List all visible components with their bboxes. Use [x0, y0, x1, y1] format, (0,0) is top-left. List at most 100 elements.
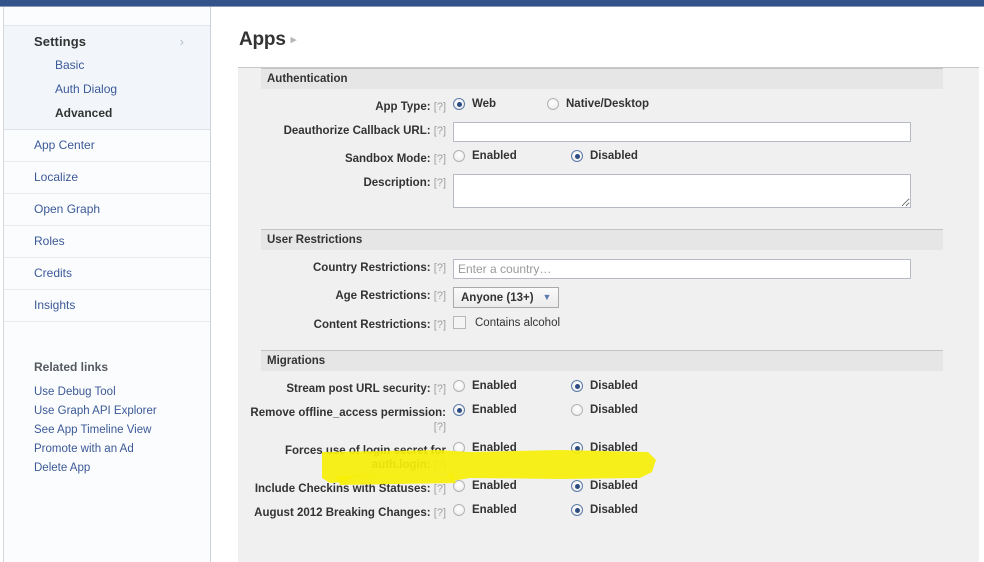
radio-dot-icon [571, 504, 583, 516]
description-textarea[interactable] [453, 174, 911, 208]
radio-label: Enabled [472, 442, 517, 454]
radio-dot-icon [453, 404, 465, 416]
field-label-deauthorize-callback-url: Deauthorize Callback URL: [?] [238, 122, 453, 138]
radio-label: Disabled [590, 150, 638, 162]
radio-dot-icon [453, 380, 465, 392]
field-row-stream-post-url-security: Stream post URL security: [?] Enabled Di… [238, 380, 979, 396]
radio-sandbox-mode-disabled[interactable]: Disabled [571, 150, 638, 162]
help-icon[interactable]: [?] [434, 383, 446, 395]
checkbox-icon[interactable] [453, 316, 466, 329]
related-link-label: Use Graph API Explorer [34, 405, 157, 417]
contains-alcohol-label: Contains alcohol [475, 316, 561, 329]
field-row-august-2012-breaking-changes: August 2012 Breaking Changes: [?] Enable… [238, 504, 979, 520]
help-icon[interactable]: [?] [434, 177, 446, 189]
radio-label: Disabled [590, 480, 638, 492]
radio-august-2012-enabled[interactable]: Enabled [453, 504, 543, 516]
help-icon[interactable]: [?] [434, 421, 446, 433]
help-icon[interactable]: [?] [434, 290, 446, 302]
related-link-promote-with-an-ad[interactable]: Promote with an Ad [34, 440, 210, 459]
radio-dot-icon [571, 150, 583, 162]
field-control-remove-offline-access-permission: Enabled Disabled [453, 404, 979, 416]
radio-label: Disabled [590, 442, 638, 454]
radio-dot-icon [571, 442, 583, 454]
radio-label: Disabled [590, 404, 638, 416]
radio-remove-offline-access-disabled[interactable]: Disabled [571, 404, 638, 416]
radio-group-app-type: Web Native/Desktop [453, 98, 979, 110]
radio-sandbox-mode-enabled[interactable]: Enabled [453, 150, 543, 162]
radio-group-sandbox-mode: Enabled Disabled [453, 150, 979, 162]
radio-group-include-checkins-with-statuses: Enabled Disabled [453, 480, 979, 492]
related-link-label: See App Timeline View [34, 424, 152, 436]
label-text: Age Restrictions: [335, 290, 431, 302]
related-links-title: Related links [34, 360, 109, 374]
sidebar-item-localize[interactable]: Localize [4, 162, 210, 194]
sidebar-item-auth-dialog[interactable]: Auth Dialog [4, 77, 210, 101]
radio-group-remove-offline-access-permission: Enabled Disabled [453, 404, 979, 416]
sidebar-item-app-center[interactable]: App Center [4, 130, 210, 162]
sidebar-settings-group: Settings › Basic Auth Dialog Advanced [4, 26, 210, 130]
radio-dot-icon [571, 480, 583, 492]
help-icon[interactable]: [?] [434, 483, 446, 495]
field-control-stream-post-url-security: Enabled Disabled [453, 380, 979, 392]
field-label-remove-offline-access-permission: Remove offline_access permission: [?] [238, 404, 453, 434]
related-link-use-debug-tool[interactable]: Use Debug Tool [34, 383, 210, 402]
help-icon[interactable]: [?] [434, 319, 446, 331]
field-control-description [453, 174, 979, 211]
chevron-down-icon: ▼ [542, 292, 552, 302]
sidebar-item-settings[interactable]: Settings › [4, 26, 210, 53]
page-title-text: Apps [239, 29, 286, 50]
field-control-include-checkins-with-statuses: Enabled Disabled [453, 480, 979, 492]
radio-label: Native/Desktop [566, 98, 650, 110]
radio-group-stream-post-url-security: Enabled Disabled [453, 380, 979, 392]
radio-stream-post-url-security-enabled[interactable]: Enabled [453, 380, 543, 392]
radio-stream-post-url-security-disabled[interactable]: Disabled [571, 380, 638, 392]
radio-forces-login-secret-enabled[interactable]: Enabled [453, 442, 543, 454]
label-text: App Type: [375, 101, 431, 113]
radio-group-forces-use-of-login-secret: Enabled Disabled [453, 442, 979, 454]
help-icon[interactable]: [?] [434, 125, 446, 137]
contains-alcohol-checkbox-row[interactable]: Contains alcohol [453, 316, 979, 329]
field-label-age-restrictions: Age Restrictions: [?] [238, 287, 453, 303]
label-text: August 2012 Breaking Changes: [254, 507, 431, 519]
help-icon[interactable]: [?] [434, 507, 446, 519]
related-link-see-app-timeline-view[interactable]: See App Timeline View [34, 421, 210, 440]
section-header-user-restrictions: User Restrictions [261, 229, 943, 250]
related-link-delete-app[interactable]: Delete App [34, 459, 210, 478]
help-icon[interactable]: [?] [434, 101, 446, 113]
sidebar-item-open-graph[interactable]: Open Graph [4, 194, 210, 226]
sidebar-item-advanced[interactable]: Advanced [4, 101, 210, 125]
related-link-use-graph-api-explorer[interactable]: Use Graph API Explorer [34, 402, 210, 421]
label-text: Include Checkins with Statuses: [254, 483, 431, 495]
sidebar-item-basic[interactable]: Basic [4, 53, 210, 77]
section-body-migrations: Stream post URL security: [?] Enabled Di… [238, 371, 979, 538]
help-icon[interactable]: [?] [434, 153, 446, 165]
label-text: Stream post URL security: [286, 383, 431, 395]
label-text: Forces use of login secret for auth.logi… [284, 445, 446, 471]
radio-dot-icon [453, 504, 465, 516]
field-row-include-checkins-with-statuses: Include Checkins with Statuses: [?] Enab… [238, 480, 979, 496]
radio-include-checkins-enabled[interactable]: Enabled [453, 480, 543, 492]
label-text: Content Restrictions: [313, 319, 431, 331]
radio-label: Enabled [472, 404, 517, 416]
help-icon[interactable]: [?] [434, 459, 446, 471]
radio-app-type-web[interactable]: Web [453, 98, 519, 110]
sidebar-item-insights[interactable]: Insights [4, 290, 210, 322]
sidebar-settings-label: Settings [34, 34, 87, 49]
field-row-country-restrictions: Country Restrictions: [?] [238, 259, 979, 279]
age-restrictions-select[interactable]: Anyone (13+) ▼ [453, 287, 560, 308]
help-icon[interactable]: [?] [434, 262, 446, 274]
age-restrictions-selected-value: Anyone (13+) [461, 291, 534, 304]
related-link-label: Promote with an Ad [34, 443, 134, 455]
field-row-sandbox-mode: Sandbox Mode: [?] Enabled Disabled [238, 150, 979, 166]
field-label-app-type: App Type: [?] [238, 98, 453, 114]
radio-august-2012-disabled[interactable]: Disabled [571, 504, 638, 516]
radio-app-type-native-desktop[interactable]: Native/Desktop [547, 98, 649, 110]
field-control-august-2012-breaking-changes: Enabled Disabled [453, 504, 979, 516]
sidebar-item-roles[interactable]: Roles [4, 226, 210, 258]
deauthorize-callback-url-input[interactable] [453, 122, 911, 142]
radio-forces-login-secret-disabled[interactable]: Disabled [571, 442, 638, 454]
radio-include-checkins-disabled[interactable]: Disabled [571, 480, 638, 492]
sidebar-item-credits[interactable]: Credits [4, 258, 210, 290]
radio-remove-offline-access-enabled[interactable]: Enabled [453, 404, 543, 416]
country-restrictions-input[interactable] [453, 259, 911, 279]
